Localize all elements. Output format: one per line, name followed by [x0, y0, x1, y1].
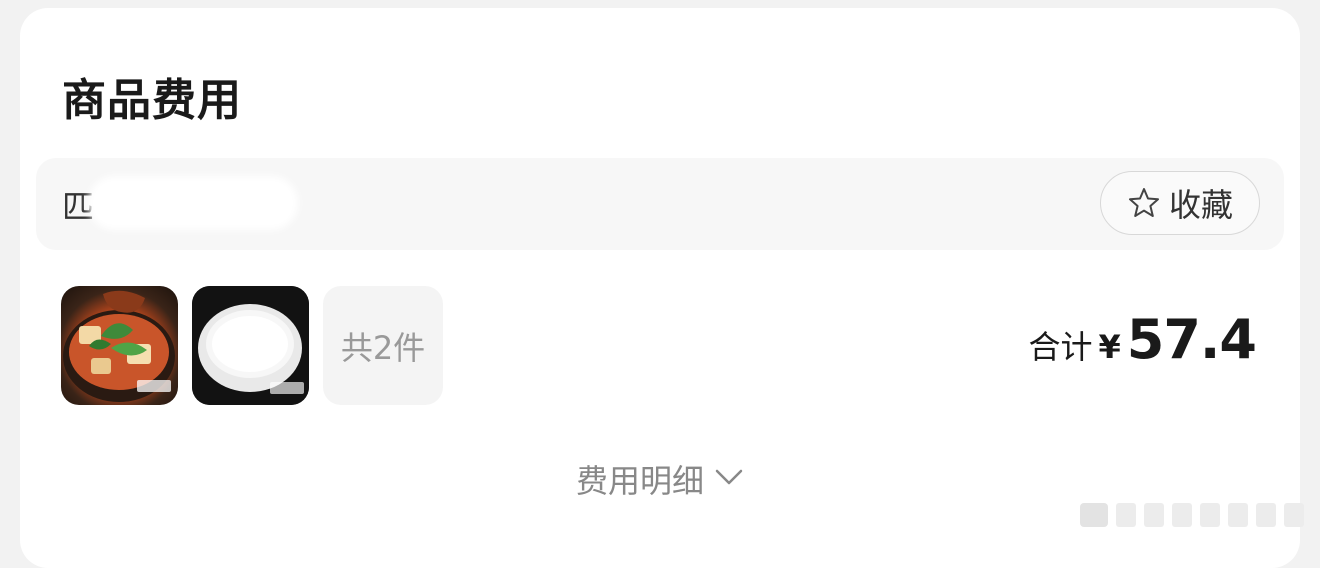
- fee-detail-toggle[interactable]: 费用明细: [20, 456, 1300, 502]
- chevron-down-icon: [714, 467, 744, 491]
- item-thumbnail-tofu[interactable]: [61, 286, 178, 405]
- redacted-store-name: [88, 176, 298, 230]
- fee-card: 商品费用 匹 收藏 共2件 合计 ¥ 57.4 费用明细: [20, 8, 1300, 568]
- total-price: 合计 ¥ 57.4: [1028, 308, 1257, 371]
- total-label: 合计: [1028, 328, 1093, 366]
- favorite-label: 收藏: [1168, 186, 1233, 224]
- item-count-box[interactable]: 共2件: [323, 286, 443, 405]
- store-row[interactable]: 匹 收藏: [36, 158, 1284, 250]
- fee-detail-label: 费用明细: [575, 462, 704, 500]
- favorite-button[interactable]: 收藏: [1100, 171, 1260, 235]
- section-title: 商品费用: [62, 75, 242, 126]
- watermark-logo: [1080, 501, 1308, 529]
- item-count-label: 共2件: [340, 328, 426, 367]
- currency-symbol: ¥: [1098, 328, 1121, 366]
- star-outline-icon: [1127, 186, 1161, 220]
- item-thumbnails[interactable]: 共2件: [61, 286, 443, 405]
- total-amount: 57.4: [1126, 308, 1257, 371]
- item-thumbnail-rice[interactable]: [192, 286, 309, 405]
